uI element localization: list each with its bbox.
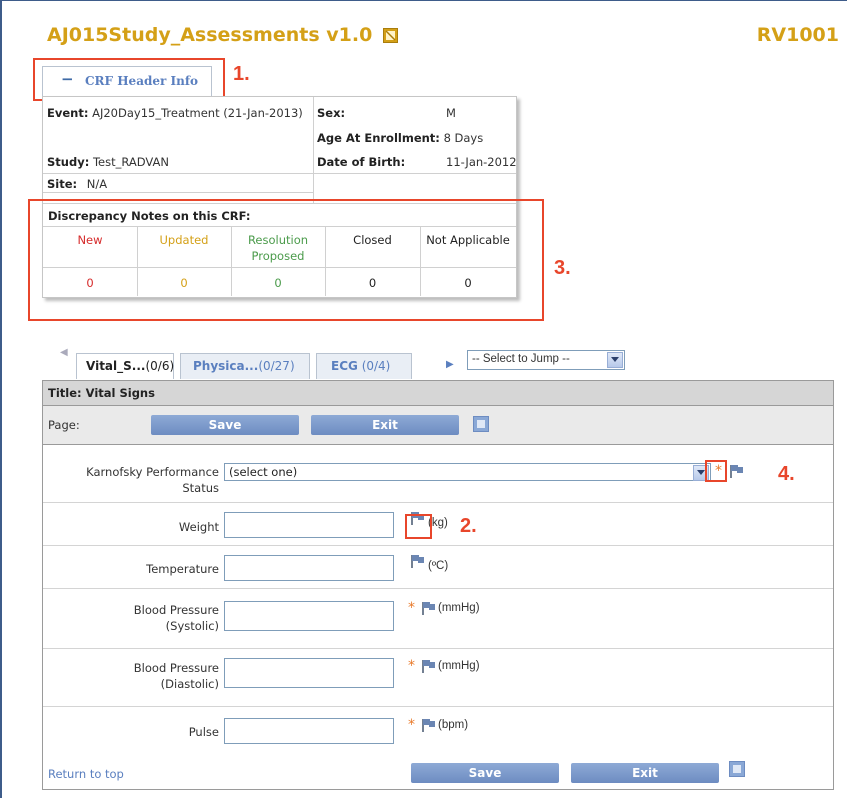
bp-systolic-label: Blood Pressure (Systolic) — [133, 603, 219, 633]
age-value: 8 Days — [443, 131, 484, 145]
field-row-weight: Weight (kg) — [43, 502, 833, 546]
field-row-temperature: Temperature (ºC) — [43, 545, 833, 589]
flag-icon[interactable] — [421, 601, 437, 615]
form-title: Title: Vital Signs — [48, 386, 155, 400]
annotation-box-1 — [33, 58, 225, 101]
tab-scroll-right-icon[interactable]: ▶ — [446, 359, 454, 370]
save-button-bottom[interactable]: Save — [411, 763, 559, 783]
pulse-label: Pulse — [188, 725, 219, 739]
page-label: Page: — [48, 418, 80, 432]
jump-select-value: -- Select to Jump -- — [472, 353, 570, 365]
annotation-box-3 — [28, 199, 544, 321]
bp-diastolic-label: Blood Pressure (Diastolic) — [133, 661, 219, 691]
sex-value: M — [446, 106, 456, 120]
flag-icon[interactable] — [410, 554, 426, 568]
page-title: AJ015Study_Assessments v1.0 — [47, 24, 398, 46]
temperature-unit: (ºC) — [428, 560, 449, 572]
bp-systolic-unit: (mmHg) — [438, 602, 480, 614]
print-icon[interactable] — [473, 416, 489, 432]
annotation-label-3: 3. — [554, 257, 571, 279]
field-row-bp-diastolic: Blood Pressure (Diastolic) * (mmHg) — [43, 648, 833, 707]
dob-value: 11-Jan-2012 — [446, 155, 517, 169]
weight-label: Weight — [178, 520, 219, 534]
bp-systolic-input[interactable] — [224, 601, 394, 631]
window-frame-left — [0, 0, 2, 798]
annotation-label-4: 4. — [778, 463, 795, 485]
divider — [43, 173, 516, 174]
karnofsky-label: Karnofsky Performance Status — [86, 465, 219, 495]
sex-label: Sex: — [317, 106, 346, 120]
tab-vital-signs[interactable]: Vital_S...(0/6) — [76, 353, 174, 379]
site-field: Site: N/A — [47, 177, 107, 191]
form-title-bar: Title: Vital Signs — [43, 381, 833, 406]
page-toolbar: Page: Save Exit — [43, 406, 833, 445]
site-label: Site: — [47, 177, 78, 191]
required-marker: * — [408, 717, 415, 733]
age-label: Age At Enrollment: — [317, 131, 440, 145]
study-label: Study: — [47, 155, 90, 169]
field-row-bp-systolic: Blood Pressure (Systolic) * (mmHg) — [43, 588, 833, 649]
flag-icon[interactable] — [421, 659, 437, 673]
tab-scroll-left-icon[interactable]: ◀ — [60, 347, 68, 358]
save-button[interactable]: Save — [151, 415, 299, 435]
age-field: Age At Enrollment: 8 Days — [317, 131, 483, 145]
annotation-box-4 — [705, 460, 727, 482]
field-row-pulse: Pulse * (bpm) — [43, 706, 833, 754]
print-icon[interactable] — [729, 761, 745, 777]
crf-form: Title: Vital Signs Page: Save Exit Karno… — [42, 380, 834, 790]
annotation-label-1: 1. — [233, 63, 250, 85]
return-to-top-link[interactable]: Return to top — [48, 767, 124, 781]
tab-physical[interactable]: Physica...(0/27) — [180, 353, 310, 379]
dob-label: Date of Birth: — [317, 155, 406, 169]
pulse-unit: (bpm) — [438, 719, 469, 731]
section-tabs: ◀ Vital_S...(0/6) Physica...(0/27) ECG (… — [0, 345, 847, 379]
karnofsky-select-value: (select one) — [229, 465, 298, 479]
window-frame-top — [0, 0, 847, 1]
event-value: AJ20Day15_Treatment (21-Jan-2013) — [92, 106, 303, 120]
required-marker: * — [408, 600, 415, 616]
divider — [43, 192, 313, 193]
required-marker: * — [408, 658, 415, 674]
site-value: N/A — [86, 177, 108, 191]
tab-ecg[interactable]: ECG (0/4) — [316, 353, 412, 379]
event-field: Event: AJ20Day15_Treatment (21-Jan-2013) — [47, 106, 303, 120]
annotation-label-2: 2. — [460, 515, 477, 537]
subject-id: RV1001 — [756, 24, 839, 46]
weight-input[interactable] — [224, 512, 394, 538]
divider — [313, 97, 314, 203]
temperature-input[interactable] — [224, 555, 394, 581]
annotation-box-2 — [405, 514, 432, 539]
bp-diastolic-input[interactable] — [224, 658, 394, 688]
flag-icon[interactable] — [729, 464, 745, 478]
chevron-down-icon[interactable] — [607, 352, 623, 368]
flag-icon[interactable] — [421, 718, 437, 732]
bp-diastolic-unit: (mmHg) — [438, 660, 480, 672]
temperature-label: Temperature — [146, 562, 219, 576]
exit-button-bottom[interactable]: Exit — [571, 763, 719, 783]
pulse-input[interactable] — [224, 718, 394, 744]
print-icon[interactable] — [382, 28, 398, 43]
jump-select[interactable]: -- Select to Jump -- — [467, 350, 625, 370]
study-value: Test_RADVAN — [92, 155, 169, 169]
exit-button[interactable]: Exit — [311, 415, 459, 435]
event-label: Event: — [47, 106, 89, 120]
karnofsky-select[interactable]: (select one) — [224, 463, 711, 481]
study-field: Study: Test_RADVAN — [47, 155, 169, 169]
page-title-text: AJ015Study_Assessments v1.0 — [47, 24, 373, 46]
